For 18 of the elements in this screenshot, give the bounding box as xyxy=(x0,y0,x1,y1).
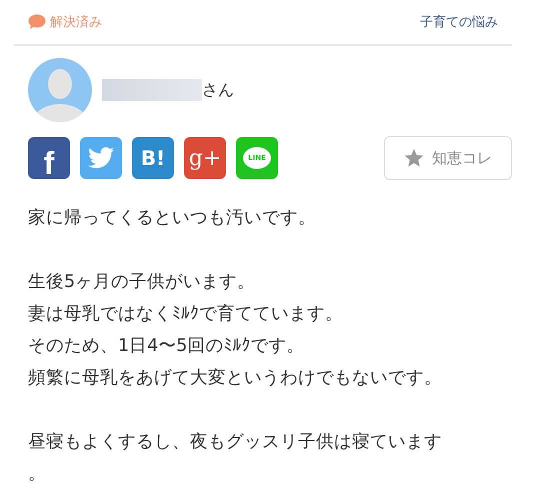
facebook-share-button[interactable]: f xyxy=(28,137,70,179)
star-icon xyxy=(404,148,424,168)
hatena-share-button[interactable]: B! xyxy=(132,137,174,179)
speech-bubble-icon xyxy=(28,14,46,30)
body-text: 生後5ヶ月の子供がいます。 xyxy=(28,271,256,294)
bird-icon xyxy=(88,147,114,169)
save-button[interactable]: 知恵コレ xyxy=(384,136,512,180)
body-text: 家に帰ってくるといつも汚いです。 xyxy=(28,207,316,230)
googleplus-share-button[interactable]: g+ xyxy=(184,137,226,179)
body-text: 妻は母乳ではなくﾐﾙｸで育てています。 xyxy=(28,303,343,326)
status-label: 解決済み xyxy=(50,14,102,31)
twitter-share-button[interactable] xyxy=(80,137,122,179)
body-text: 昼寝もよくするし、夜もグッスリ子供は寝ています xyxy=(28,431,442,454)
body-text: 頻繁に母乳をあげて大変というわけでもないです。 xyxy=(28,367,442,390)
user-honorific: さん xyxy=(202,80,234,100)
category-link[interactable]: 子育ての悩み xyxy=(420,13,498,31)
body-text: そのため、1日4〜5回のﾐﾙｸです。 xyxy=(28,335,304,358)
body-text: 。 xyxy=(28,463,46,486)
